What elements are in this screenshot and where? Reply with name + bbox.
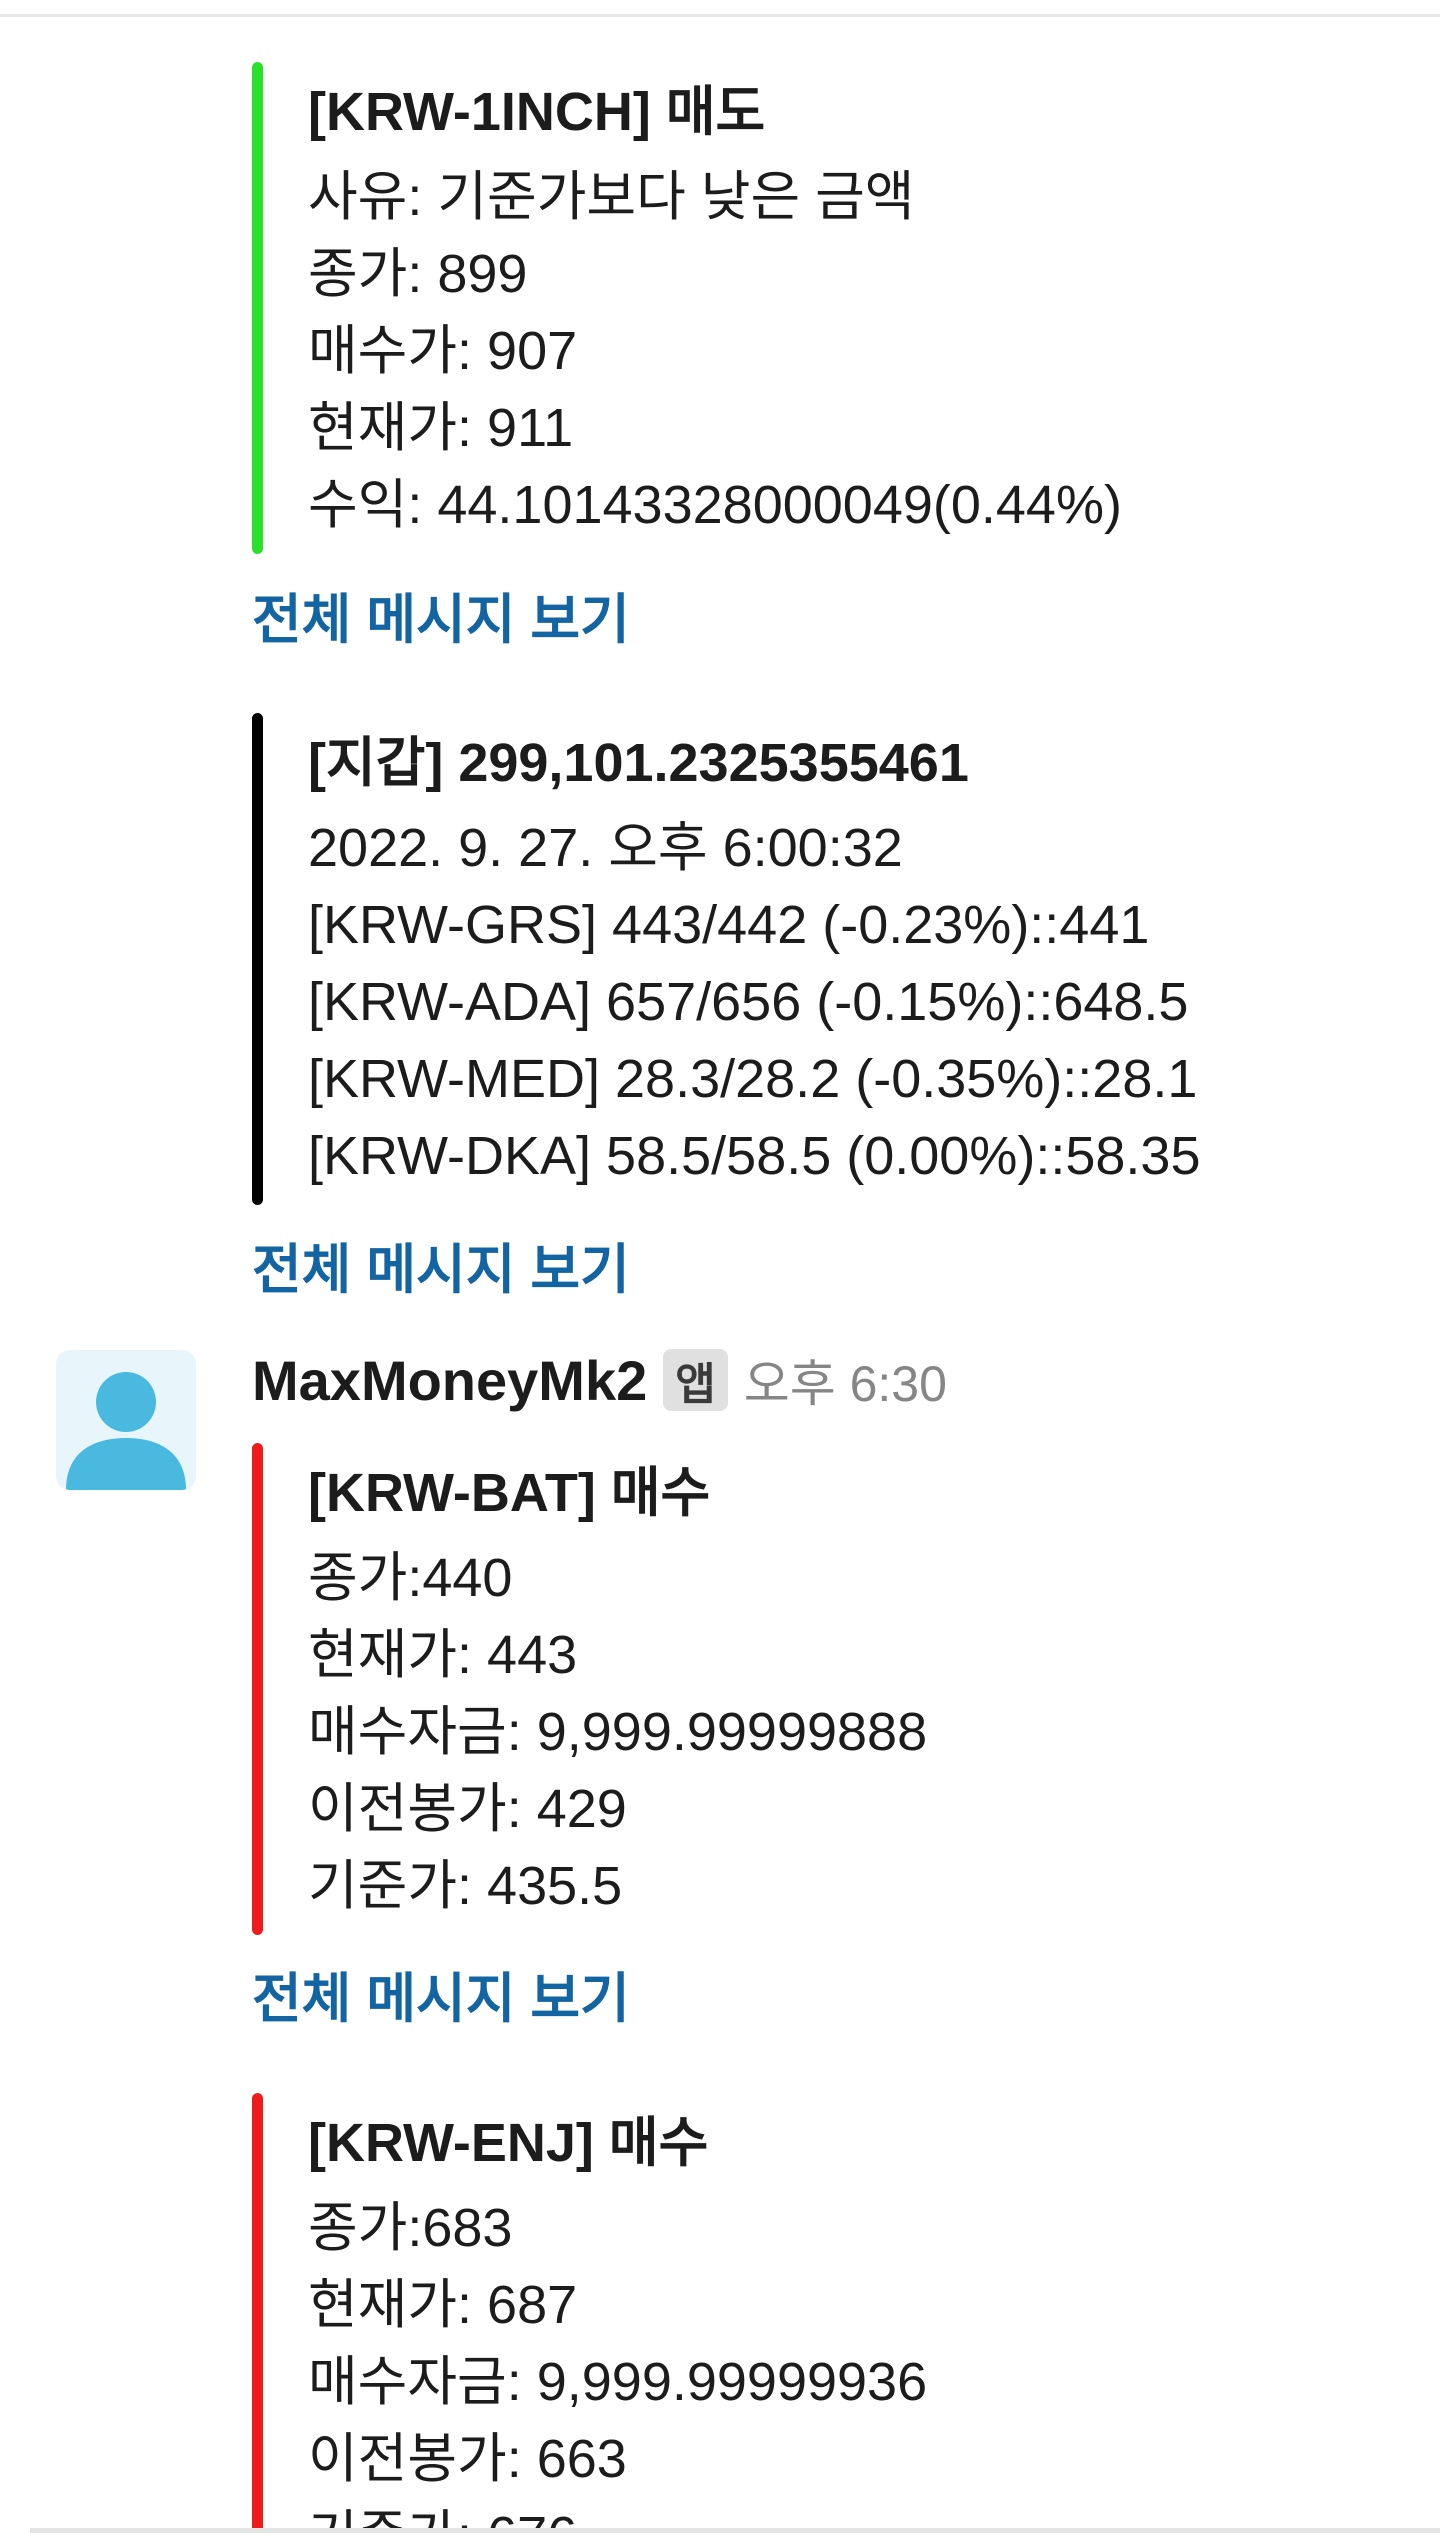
attachment-title: [KRW-1INCH] 매도 [308,82,766,142]
attachment-line-prev-candle: 이전봉가: 429 [308,1779,627,1839]
attachment-line-datetime: 2022. 9. 27. 오후 6:00:32 [308,818,903,878]
sender-name[interactable]: MaxMoneyMk2 [252,1348,647,1413]
message-header: MaxMoneyMk2 앱 오후 6:30 [252,1342,947,1418]
attachment-line-reason: 사유: 기준가보다 낮은 금액 [308,167,915,227]
attachment-color-bar [252,2093,263,2533]
attachment-line-dka: [KRW-DKA] 58.5/58.5 (0.00%)::58.35 [308,1126,1201,1186]
attachment-line-current-price: 현재가: 687 [308,2275,578,2335]
attachment-buy-enj: [KRW-ENJ] 매수 종가:683 현재가: 687 매수자금: 9,999… [252,2093,1402,2533]
attachment-line-current-price: 현재가: 443 [308,1625,578,1685]
attachment-line-buy-funds: 매수자금: 9,999.99999936 [308,2352,928,2412]
show-all-messages-link[interactable]: 전체 메시지 보기 [252,1235,630,1305]
top-divider [0,14,1440,17]
person-icon [66,1372,186,1490]
attachment-color-bar [252,713,263,1205]
attachment-title: [KRW-BAT] 매수 [308,1463,711,1523]
attachment-line-close-price: 종가:440 [308,1548,513,1608]
attachment-line-profit: 수익: 44.10143328000049(0.44%) [308,475,1122,535]
avatar[interactable] [56,1350,196,1490]
attachment-line-close-price: 종가:683 [308,2198,513,2258]
attachment-sell-1inch: [KRW-1INCH] 매도 사유: 기준가보다 낮은 금액 종가: 899 매… [252,62,1402,554]
attachment-line-grs: [KRW-GRS] 443/442 (-0.23%)::441 [308,895,1150,955]
avatar-body [66,1438,186,1490]
attachment-line-ada: [KRW-ADA] 657/656 (-0.15%)::648.5 [308,972,1189,1032]
attachment-title: [KRW-ENJ] 매수 [308,2113,709,2173]
attachment-line-buy-funds: 매수자금: 9,999.99999888 [308,1702,928,1762]
message-timestamp[interactable]: 오후 6:30 [744,1344,947,1416]
attachment-line-close-price: 종가: 899 [308,244,528,304]
show-all-messages-link[interactable]: 전체 메시지 보기 [252,585,630,655]
attachment-line-current-price: 현재가: 911 [308,398,574,458]
attachment-line-prev-candle: 이전봉가: 663 [308,2429,627,2489]
attachment-color-bar [252,62,263,554]
app-badge: 앱 [663,1349,728,1411]
attachment-wallet: [지갑] 299,101.2325355461 2022. 9. 27. 오후 … [252,713,1402,1205]
show-all-messages-link[interactable]: 전체 메시지 보기 [252,1964,630,2034]
attachment-line-med: [KRW-MED] 28.3/28.2 (-0.35%)::28.1 [308,1049,1198,1109]
avatar-head [96,1372,156,1432]
attachment-color-bar [252,1443,263,1935]
attachment-line-buy-price: 매수가: 907 [308,321,578,381]
attachment-buy-bat: [KRW-BAT] 매수 종가:440 현재가: 443 매수자금: 9,999… [252,1443,1402,1935]
attachment-title: [지갑] 299,101.2325355461 [308,733,969,793]
bottom-divider [30,2528,1440,2533]
attachment-line-base-price: 기준가: 435.5 [308,1856,623,1916]
